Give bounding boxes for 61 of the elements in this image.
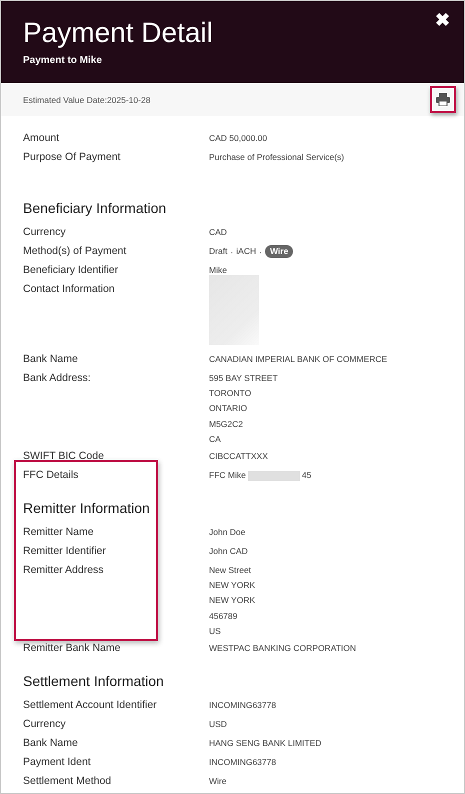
field-label: Settlement Method: [23, 774, 112, 790]
field-value: WESTPAC BANKING CORPORATION: [209, 642, 358, 656]
section-heading: Remitter Information: [23, 499, 150, 518]
field-value: CIBCCATTXXX: [209, 450, 269, 464]
field-value: John Doe: [209, 526, 246, 540]
address-line: New Street: [209, 564, 252, 578]
print-icon: [436, 93, 450, 106]
address-line: M5G2C2: [209, 418, 244, 431]
field-label: Remitter Address: [23, 563, 104, 578]
field-value: INCOMING63778: [209, 756, 278, 770]
field-label: Currency: [23, 717, 66, 732]
separator-dot: ·: [230, 246, 234, 256]
address-line: NEW YORK: [209, 579, 256, 592]
field-value: John CAD: [209, 545, 249, 558]
redacted-block: [209, 275, 259, 345]
address-line: 456789: [209, 610, 238, 623]
close-button[interactable]: ✖: [435, 10, 450, 30]
field-value: CAD 50,000.00: [209, 132, 268, 145]
field-label: Remitter Name: [23, 525, 94, 540]
field-value: HANG SENG BANK LIMITED: [209, 737, 322, 750]
address-line: CA: [209, 432, 222, 446]
section-heading: Beneficiary Information: [23, 199, 166, 217]
field-label: FFC Details: [23, 468, 78, 484]
field-label: Settlement Account Identifier: [23, 698, 157, 714]
field-label: Payment Ident: [23, 755, 91, 770]
field-value: USD: [209, 718, 228, 732]
print-button[interactable]: [430, 86, 456, 113]
field-value: CAD: [209, 226, 228, 239]
payment-method: Draft: [209, 245, 228, 258]
field-value: FFC Mike: [209, 469, 246, 482]
field-value: Wire: [209, 775, 228, 788]
field-value: INCOMING63778: [209, 699, 278, 712]
payment-method-tag: Wire: [264, 245, 294, 258]
field-label: Bank Address:: [23, 371, 91, 386]
field-label: Remitter Bank Name: [23, 641, 120, 656]
field-label: Amount: [23, 131, 60, 146]
section-heading: Settlement Information: [23, 672, 164, 690]
redacted-block: [248, 470, 300, 481]
dialog-subtitle: Payment to Mike: [23, 55, 103, 66]
field-label: Method(s) of Payment: [23, 244, 126, 259]
value-date: Estimated Value Date:2025-10-28: [23, 94, 150, 104]
field-label: SWIFT BIC Code: [23, 449, 104, 464]
field-label: Beneficiary Identifier: [23, 263, 118, 278]
field-label: Bank Name: [23, 736, 78, 752]
field-value: CANADIAN IMPERIAL BANK OF COMMERCE: [209, 353, 388, 366]
field-label: Bank Name: [23, 352, 78, 367]
payment-method: iACH: [236, 245, 256, 258]
field-value: 45: [302, 469, 312, 482]
field-label: Currency: [23, 225, 66, 240]
address-line: TORONTO: [209, 387, 252, 400]
address-line: ONTARIO: [209, 402, 248, 416]
dialog-title: Payment Detail: [23, 17, 213, 49]
address-line: 595 BAY STREET: [209, 372, 279, 385]
field-value: Purchase of Professional Service(s): [209, 151, 346, 164]
field-label: Purpose Of Payment: [23, 150, 120, 165]
field-value: Mike: [209, 264, 228, 277]
address-line: US: [209, 624, 222, 638]
field-label: Remitter Identifier: [23, 544, 106, 560]
separator-dot: ·: [259, 246, 262, 256]
field-label: Contact Information: [23, 282, 115, 297]
address-line: NEW YORK: [209, 594, 256, 608]
